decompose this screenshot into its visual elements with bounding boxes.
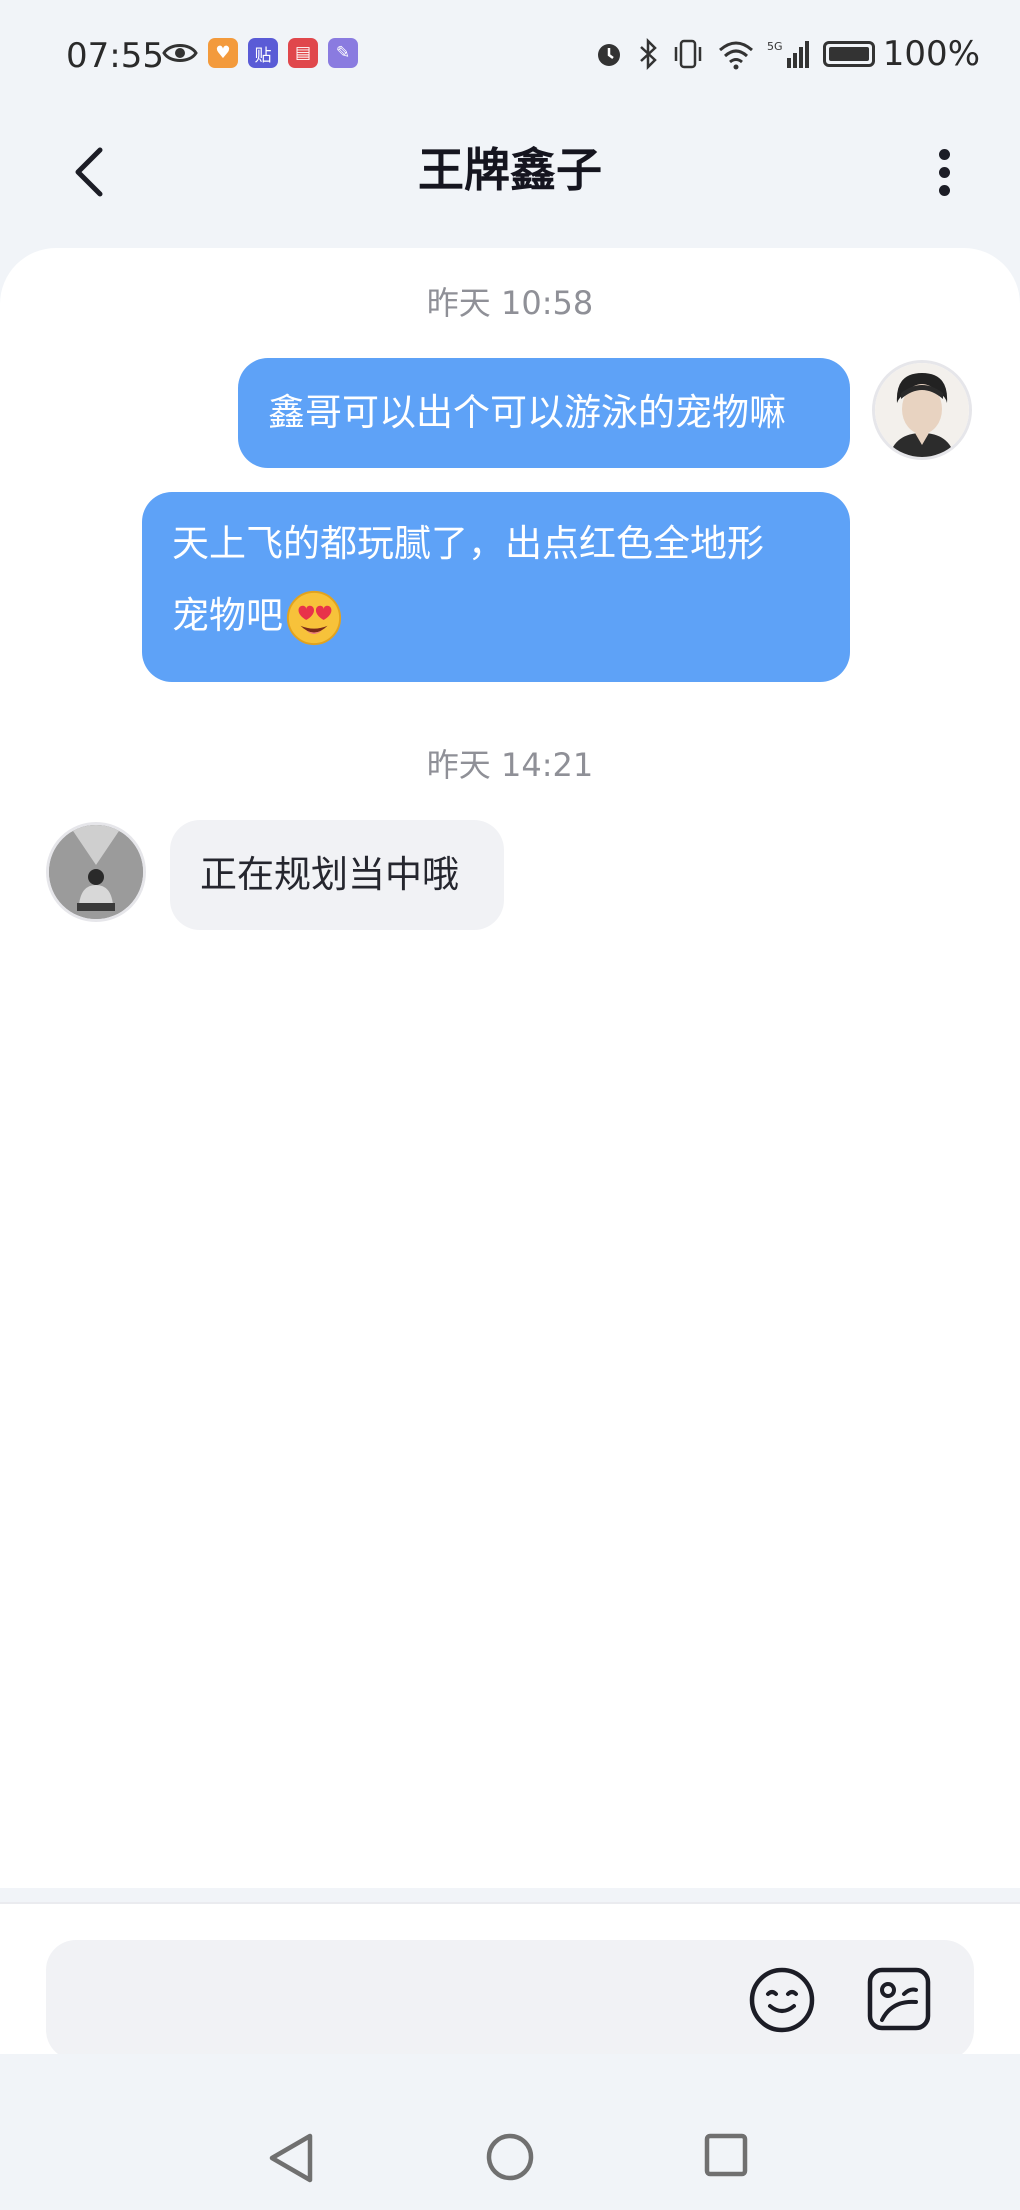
app-icon-bird: ✎ [328, 38, 358, 68]
outgoing-message-bubble[interactable]: 天上飞的都玩腻了，出点红色全地形 宠物吧 [142, 492, 850, 682]
message-text-line: 天上飞的都玩腻了，出点红色全地形 [172, 522, 764, 565]
heart-eyes-emoji-icon [286, 590, 342, 645]
incoming-message-bubble[interactable]: 正在规划当中哦 [170, 820, 504, 930]
alarm-icon [597, 44, 620, 66]
svg-text:5G: 5G [767, 40, 783, 53]
message-text: 鑫哥可以出个可以游泳的宠物嘛 [268, 391, 786, 434]
message-input[interactable] [76, 1940, 760, 2062]
more-vertical-icon [938, 148, 950, 160]
battery-indicator: 100% [822, 34, 980, 74]
wifi-icon [718, 41, 753, 70]
battery-percent: 100% [882, 34, 980, 74]
sticker-icon [867, 1967, 931, 2031]
page-title: 王牌鑫子 [418, 143, 602, 197]
message-timestamp: 昨天 10:58 [426, 284, 594, 322]
app-icon-tieba: 贴 [248, 38, 278, 68]
more-options-button[interactable] [920, 136, 968, 208]
message-input-container [46, 1940, 974, 2062]
battery-icon [822, 41, 875, 67]
app-icon-book: ▤ [288, 38, 318, 68]
outgoing-message-bubble[interactable]: 鑫哥可以出个可以游泳的宠物嘛 [238, 358, 850, 468]
status-right-icons: 5G 100% [593, 34, 980, 74]
avatar-image [875, 363, 969, 457]
contact-avatar[interactable] [46, 822, 146, 922]
avatar-image [49, 825, 143, 919]
my-avatar[interactable] [872, 360, 972, 460]
vibrate-icon [674, 39, 702, 69]
eye-icon [162, 44, 198, 62]
bluetooth-icon [639, 38, 657, 70]
smile-icon [749, 1967, 815, 2033]
signal-icon: 5G [767, 40, 809, 68]
message-text: 正在规划当中哦 [200, 853, 459, 896]
input-bar [0, 1904, 1020, 2062]
app-icon-orange: ♥ [208, 38, 238, 68]
status-bar: 07:55 ♥ 贴 ▤ ✎ 5G 100% [0, 0, 1020, 112]
message-text-line-2: 宠物吧 [172, 580, 820, 652]
message-text: 宠物吧 [172, 594, 283, 637]
more-dot [938, 166, 950, 178]
emoji-button[interactable] [748, 1966, 816, 2034]
chat-message-list[interactable]: 昨天 10:58 鑫哥可以出个可以游泳的宠物嘛 天上飞的都玩腻了，出点红色全地形… [0, 248, 1020, 1888]
status-left-icons: ♥ 贴 ▤ ✎ [162, 38, 358, 68]
system-nav-bar [0, 2054, 1020, 2210]
message-timestamp: 昨天 14:21 [426, 746, 594, 784]
more-dot [938, 184, 950, 196]
chat-header: 王牌鑫子 [0, 112, 1020, 252]
status-time: 07:55 [66, 36, 164, 76]
sticker-button[interactable] [866, 1966, 932, 2032]
triangle-back-icon[interactable] [266, 2130, 316, 2186]
square-recent-icon[interactable] [703, 2132, 749, 2178]
circle-home-icon[interactable] [485, 2132, 535, 2182]
